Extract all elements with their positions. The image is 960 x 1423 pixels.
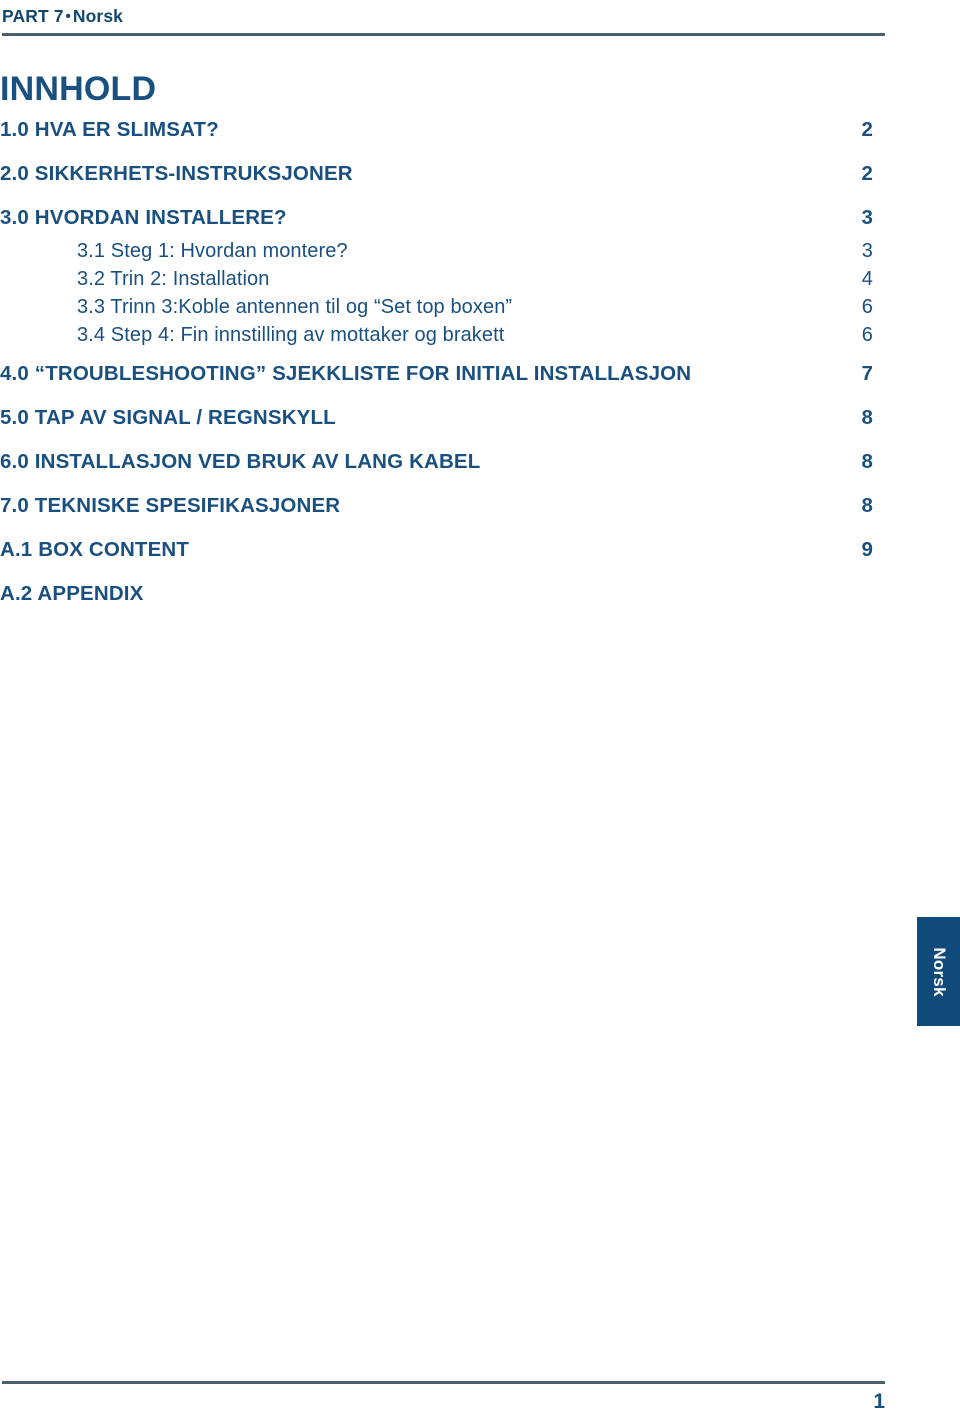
- toc-entry-page-number: 3: [861, 240, 873, 262]
- toc-entry-page-number: 7: [861, 362, 873, 385]
- language-thumb-tab: Norsk: [917, 917, 960, 1026]
- bullet-separator-icon: •: [65, 8, 71, 25]
- toc-entry-page-number: 9: [861, 538, 873, 561]
- toc-entry-page-number: 2: [861, 162, 873, 185]
- toc-entry-page-number: 6: [861, 296, 873, 318]
- toc-entry-label: 2.0 SIKKERHETS-INSTRUKSJONER: [0, 162, 353, 185]
- toc-entry-page-number: 8: [861, 406, 873, 429]
- toc-entry-page-number: 8: [861, 450, 873, 473]
- running-header-part: PART 7: [2, 6, 64, 26]
- toc-entry-page-number: 2: [861, 118, 873, 141]
- toc-entry-label: 3.4 Step 4: Fin innstilling av mottaker …: [77, 324, 505, 346]
- footer-divider: [2, 1381, 885, 1384]
- header-divider: [2, 33, 885, 36]
- toc-entry-label: 3.0 HVORDAN INSTALLERE?: [0, 206, 287, 229]
- toc-entry-label: 3.1 Steg 1: Hvordan montere?: [77, 240, 348, 262]
- running-header: PART 7 • Norsk: [2, 6, 123, 27]
- toc-entry-page-number: 6: [861, 324, 873, 346]
- toc-entry-label: A.1 BOX CONTENT: [0, 538, 190, 561]
- toc-entry-page-number: 8: [861, 494, 873, 517]
- toc-entry-label: 3.3 Trinn 3:Koble antennen til og “Set t…: [77, 296, 513, 318]
- toc-entry-label: A.2 APPENDIX: [0, 582, 144, 605]
- language-thumb-tab-label: Norsk: [929, 946, 949, 997]
- toc-entry-page-number: 3: [861, 206, 873, 229]
- toc-entry-label: 3.2 Trin 2: Installation: [77, 268, 270, 290]
- toc-entry-label: 6.0 INSTALLASJON VED BRUK AV LANG KABEL: [0, 450, 481, 473]
- toc-entry-label: 1.0 HVA ER SLIMSAT?: [0, 118, 219, 141]
- toc-entry-label: 5.0 TAP AV SIGNAL / REGNSKYLL: [0, 406, 336, 429]
- document-page: PART 7 • Norsk INNHOLD 1.0 HVA ER SLIMSAT?…: [0, 0, 960, 1423]
- toc-entry-page-number: 4: [861, 268, 873, 290]
- toc-entry-label: 7.0 TEKNISKE SPESIFIKASJONER: [0, 494, 341, 517]
- page-number: 1: [873, 1390, 885, 1413]
- page-title: INNHOLD: [0, 70, 157, 108]
- running-header-language: Norsk: [72, 6, 124, 26]
- toc-entry-label: 4.0 “TROUBLESHOOTING” SJEKKLISTE FOR INI…: [0, 362, 692, 385]
